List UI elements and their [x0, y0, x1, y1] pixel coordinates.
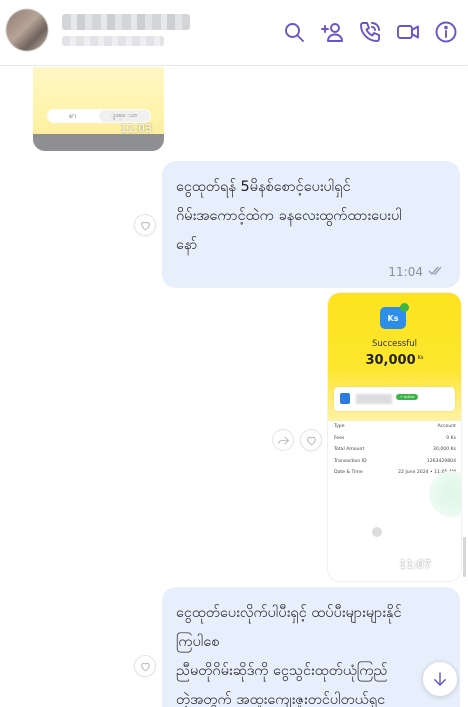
- voice-call-button[interactable]: [356, 18, 384, 46]
- image-message[interactable]: ผ่า ျဖစ္ေသာ 11:03: [33, 67, 164, 151]
- watermark-icon: [372, 527, 382, 537]
- message-text: ငွေထုတ်ရန် 5မိနစ်စောင့်ပေးပါရှင် ဂိမ်းအက…: [176, 179, 402, 253]
- heart-icon: [140, 221, 150, 230]
- table-row: Type Account: [334, 424, 456, 430]
- read-receipt-icon: [428, 265, 444, 279]
- message-time: 11:04: [388, 265, 423, 279]
- receipt-amount-unit: Ks: [417, 354, 424, 361]
- arrow-down-icon: [434, 672, 446, 686]
- status-badge: + active: [396, 394, 418, 400]
- video-call-button[interactable]: [394, 18, 422, 46]
- scroll-to-bottom-button[interactable]: [422, 661, 458, 697]
- react-button[interactable]: [134, 214, 156, 236]
- forward-icon: [277, 435, 289, 445]
- image-tab: ผ่า: [69, 113, 77, 120]
- message-time: 11:03: [120, 122, 152, 135]
- header-actions: [280, 18, 460, 46]
- receipt-amount: 30,000 Ks: [365, 353, 424, 368]
- heart-icon: [306, 436, 316, 445]
- receipt-details-table: Type Account Fees 0 Ks Total Amount 30,000 …: [334, 421, 456, 479]
- receipt-image-message[interactable]: Ks Successful 30,000 Ks + active Type Acco…: [328, 293, 461, 581]
- decorative-circle: [429, 471, 461, 517]
- outgoing-text-message[interactable]: ငွေထုတ်ရန် 5မိနစ်စောင့်ပေးပါရှင် ဂိမ်းအက…: [162, 161, 460, 288]
- react-button[interactable]: [134, 655, 156, 677]
- search-icon: [285, 23, 304, 42]
- image-tab-bar: ผ่า ျဖစ္ေသာ: [47, 109, 151, 123]
- table-row: Total Amount 30,000 Ks: [334, 447, 456, 453]
- success-check-icon: [400, 303, 409, 312]
- add-user-icon: [321, 23, 343, 42]
- table-row: Fees 0 Ks: [334, 435, 456, 441]
- message-time: 11:07: [399, 558, 431, 571]
- react-button[interactable]: [300, 429, 322, 451]
- forward-button[interactable]: [272, 429, 294, 451]
- message-text: ငွေထုတ်ပေးလိုက်ပါပီးရှင့် ထပ်ပီးများများ…: [176, 605, 402, 707]
- video-call-icon: [397, 25, 419, 39]
- contact-status-redacted: [62, 36, 164, 46]
- info-icon: [435, 21, 457, 43]
- image-tab-selected: ျဖစ္ေသာ: [98, 110, 150, 122]
- receipt-recipient-row: + active: [334, 387, 455, 411]
- add-participant-button[interactable]: [318, 18, 346, 46]
- search-button[interactable]: [280, 18, 308, 46]
- info-button[interactable]: [432, 18, 460, 46]
- message-thread[interactable]: ผ่า ျဖစ္ေသာ 11:03 ငွေထုတ်ရန် 5မိနစ်စောင့…: [0, 67, 468, 707]
- heart-icon: [140, 662, 150, 671]
- receipt-status: Successful: [372, 339, 417, 349]
- message-meta: 11:04: [388, 265, 444, 279]
- scrollbar[interactable]: [463, 537, 466, 577]
- outgoing-text-message[interactable]: ငွေထုတ်ပေးလိုက်ပါပီးရှင့် ထပ်ပီးများများ…: [162, 587, 460, 707]
- chat-header: [0, 0, 468, 66]
- recipient-redacted: [356, 394, 392, 404]
- contact-avatar[interactable]: [6, 9, 48, 51]
- table-row: Transaction ID 1263429804: [334, 458, 456, 464]
- wallet-icon: [340, 393, 350, 404]
- contact-name-redacted[interactable]: [62, 14, 190, 30]
- image-footer-bar: [33, 134, 164, 151]
- phone-icon: [360, 22, 380, 42]
